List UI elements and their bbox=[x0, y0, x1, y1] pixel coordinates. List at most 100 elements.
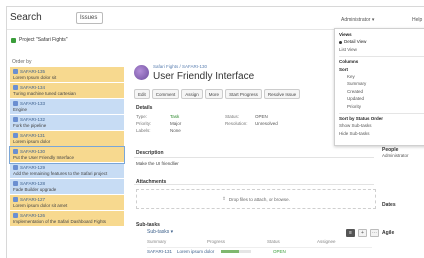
issue-summary: Put the User Friendly Interface bbox=[13, 155, 75, 160]
column-header: Status bbox=[267, 239, 280, 244]
issue-list: Order by SAFARI-135 Lorem Ipsum dolor sit… bbox=[9, 57, 125, 258]
dropdown-item[interactable]: Updated bbox=[339, 96, 424, 103]
subtasks-menu[interactable]: Sub-tasks ▾ bbox=[147, 229, 173, 235]
more-button[interactable]: More bbox=[204, 89, 224, 99]
breadcrumb[interactable]: Safari Fights / SAFARI-130 bbox=[153, 64, 207, 69]
assign-button[interactable]: Assign bbox=[181, 89, 203, 99]
issue-toolbar: Edit Comment Assign More Start Progress … bbox=[134, 89, 301, 99]
description-heading[interactable]: Description bbox=[136, 150, 164, 156]
right-panel: People Administrator Dates Agile bbox=[382, 147, 409, 236]
comment-button[interactable]: Comment bbox=[151, 89, 180, 99]
subtask-summary[interactable]: Lorem ipsum dolor bbox=[177, 249, 217, 254]
list-view-icon[interactable]: ≡ bbox=[346, 229, 355, 237]
detail-label: Priority: bbox=[136, 121, 152, 126]
detail-label: Type: bbox=[136, 114, 148, 119]
issue-key-text: SAFARI-132 bbox=[20, 117, 46, 122]
issue-summary: Lorem ipsum dolor bbox=[13, 139, 51, 144]
issue-list-item[interactable]: SAFARI-133 Engine bbox=[10, 99, 124, 115]
app-window: Search Issues Administrator ▾ Help Proje… bbox=[6, 6, 424, 258]
issue-key-text: SAFARI-127 bbox=[20, 197, 46, 202]
details-section: Details Type: Task Status: OPEN Priority… bbox=[136, 105, 336, 135]
top-header: Search Issues Administrator ▾ Help bbox=[7, 7, 424, 30]
app-title: Search bbox=[10, 12, 42, 23]
dropdown-item[interactable]: Show Sub-tasks bbox=[339, 123, 424, 130]
detail-label: Resolution: bbox=[225, 121, 248, 126]
issue-list-item[interactable]: SAFARI-128 Fade Builder upgrade bbox=[10, 179, 124, 195]
issue-list-item[interactable]: SAFARI-131 Lorem ipsum dolor bbox=[10, 131, 124, 147]
dropdown-item[interactable]: Summary bbox=[339, 81, 424, 88]
issue-list-item[interactable]: SAFARI-127 Lorem ipsum dolor sit amet bbox=[10, 195, 124, 211]
issue-summary: Add the remaining features to the Safari… bbox=[13, 171, 108, 176]
detail-value: Major bbox=[170, 121, 182, 126]
issue-key-text: SAFARI-129 bbox=[20, 165, 46, 170]
add-icon[interactable]: + bbox=[358, 229, 367, 237]
subtask-status: OPEN bbox=[273, 248, 286, 254]
issue-type-icon bbox=[13, 117, 18, 122]
attachment-dropzone[interactable]: ⇪ Drop files to attach, or browse. bbox=[136, 189, 376, 209]
agile-heading[interactable]: Agile bbox=[382, 230, 409, 236]
issue-list-item[interactable]: SAFARI-130 Put the User Friendly Interfac… bbox=[9, 146, 125, 164]
dropdown-item-label: List View bbox=[339, 46, 357, 52]
menu-divider bbox=[339, 56, 424, 58]
user-menu[interactable]: Administrator ▾ bbox=[341, 17, 374, 23]
issue-summary: Lorem Ipsum dolor sit bbox=[13, 75, 57, 80]
detail-value: None bbox=[170, 128, 181, 133]
resolve-issue-button[interactable]: Resolve Issue bbox=[263, 89, 301, 99]
issue-list-item[interactable]: SAFARI-126 Implementation of the Safari D… bbox=[10, 211, 124, 227]
issue-key: SAFARI-132 bbox=[13, 117, 121, 122]
dropdown-item-label: Summary bbox=[347, 81, 367, 87]
start-progress-button[interactable]: Start Progress bbox=[225, 89, 262, 99]
dropdown-item[interactable]: Hide Sub-tasks bbox=[339, 131, 424, 138]
issue-type-icon bbox=[13, 213, 18, 218]
issue-key-text: SAFARI-128 bbox=[20, 181, 46, 186]
subtask-progress-fill bbox=[221, 249, 239, 253]
dropdown-item-label: Detail View bbox=[344, 39, 367, 45]
subtask-table-header: Summary Progress Status Assignee bbox=[147, 239, 372, 244]
dropdown-item[interactable]: Sort by Status Order bbox=[339, 116, 424, 123]
issue-type-icon bbox=[13, 69, 18, 74]
issue-list-item[interactable]: SAFARI-129 Add the remaining features to … bbox=[10, 163, 124, 179]
issue-list-item[interactable]: SAFARI-135 Lorem Ipsum dolor sit bbox=[10, 67, 124, 83]
detail-label: Labels: bbox=[136, 128, 151, 133]
dropdown-item[interactable]: List View bbox=[339, 47, 424, 54]
dropdown-item-label: Key bbox=[347, 73, 355, 79]
dropzone-text: Drop files to attach, or browse. bbox=[228, 196, 290, 202]
more-icon[interactable]: ⋯ bbox=[370, 229, 379, 237]
issue-summary: Engine bbox=[13, 107, 28, 112]
dropdown-item[interactable]: Sort bbox=[339, 67, 424, 74]
dropdown-item[interactable]: Key bbox=[339, 74, 424, 81]
dropdown-item[interactable]: Priority bbox=[339, 104, 424, 111]
issue-list-item[interactable]: SAFARI-134 Turing machine tuned cartesian bbox=[10, 83, 124, 99]
help-link[interactable]: Help bbox=[412, 17, 422, 23]
issue-list-item[interactable]: SAFARI-132 Fork the pipeline bbox=[10, 115, 124, 131]
dropdown-item[interactable]: Detail View bbox=[339, 39, 424, 46]
filter-label[interactable]: Project "Safari Fights" bbox=[19, 37, 68, 43]
dropdown-item-label: Updated bbox=[347, 96, 365, 102]
edit-button[interactable]: Edit bbox=[134, 89, 150, 99]
detail-value: OPEN bbox=[255, 114, 268, 119]
dropdown-item[interactable]: Created bbox=[339, 89, 424, 96]
subtask-key[interactable]: SAFARI-131 bbox=[147, 249, 177, 254]
issue-type-icon bbox=[13, 165, 18, 170]
divider bbox=[134, 184, 374, 185]
issue-key: SAFARI-134 bbox=[13, 85, 121, 90]
issue-key-text: SAFARI-135 bbox=[20, 69, 46, 74]
issue-list-heading[interactable]: Order by bbox=[10, 57, 124, 67]
issue-key-text: SAFARI-126 bbox=[20, 213, 46, 218]
dropdown-item[interactable]: Views bbox=[339, 32, 424, 39]
dropdown-item[interactable]: Columns bbox=[339, 59, 424, 66]
issue-key-text: SAFARI-133 bbox=[20, 101, 46, 106]
subtask-row[interactable]: SAFARI-131 Lorem ipsum dolor OPEN bbox=[147, 247, 372, 254]
issue-key: SAFARI-130 bbox=[13, 149, 121, 154]
dropdown-item-label: Hide Sub-tasks bbox=[339, 130, 370, 136]
subtask-tools: ≡ + ⋯ bbox=[346, 229, 379, 237]
issues-tab[interactable]: Issues bbox=[76, 12, 103, 24]
issue-summary: Implementation of the Safari Dashboard F… bbox=[13, 219, 107, 224]
issue-title: User Friendly Interface bbox=[153, 71, 255, 82]
selected-bullet-icon bbox=[339, 40, 342, 44]
subtasks-heading[interactable]: Sub-tasks bbox=[136, 222, 160, 228]
description-text[interactable]: Make the UI friendlier bbox=[136, 161, 179, 166]
issue-key-text: SAFARI-130 bbox=[20, 149, 46, 154]
issue-summary: Turing machine tuned cartesian bbox=[13, 91, 76, 96]
column-header: Progress bbox=[207, 239, 226, 244]
